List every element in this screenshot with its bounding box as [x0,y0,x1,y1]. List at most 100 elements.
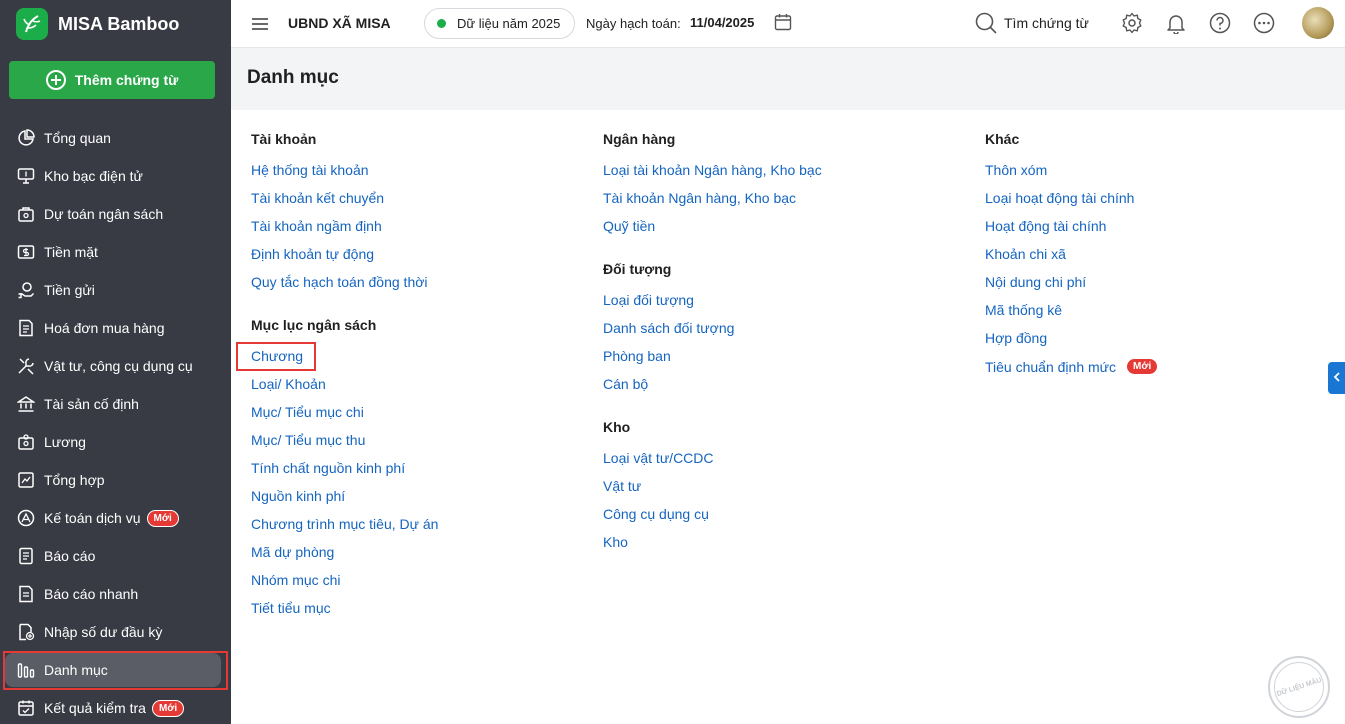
data-year-label: Dữ liệu năm 2025 [457,16,561,31]
link-hamlet[interactable]: Thôn xóm [985,162,1047,178]
sidebar-item-label: Tài sản cố định [44,396,139,412]
link-bank-account-type[interactable]: Loại tài khoản Ngân hàng, Kho bạc [603,162,822,178]
link-reserve-code[interactable]: Mã dự phòng [251,544,334,560]
link-financial-activity[interactable]: Hoạt động tài chính [985,218,1106,234]
add-voucher-button[interactable]: Thêm chứng từ [9,61,215,99]
budget-icon [16,204,36,224]
page-title: Danh mục [247,67,339,88]
link-norm-standard[interactable]: Tiêu chuẩn định mức [985,359,1116,375]
highlight-box-chapter [236,342,316,371]
group-title-warehouse: Kho [603,419,631,435]
link-funding-source[interactable]: Nguồn kinh phí [251,488,345,504]
link-department[interactable]: Phòng ban [603,348,671,364]
cash-icon [16,242,36,262]
posting-date-value[interactable]: 11/04/2025 [690,15,754,30]
link-commune-expense[interactable]: Khoản chi xã [985,246,1066,262]
data-year-selector[interactable]: Dữ liệu năm 2025 [424,8,576,39]
group-title-other: Khác [985,131,1020,147]
link-account-system[interactable]: Hệ thống tài khoản [251,162,369,178]
sidebar-item-purchase-invoice[interactable]: Hoá đơn mua hàng [0,309,231,347]
sidebar-item-label: Hoá đơn mua hàng [44,320,165,336]
summary-icon [16,470,36,490]
sidebar-item-label: Báo cáo [44,548,96,564]
sample-data-stamp-inner: DỮ LIỆU MẪU [1274,662,1324,712]
catalog-content: Tài khoản Hệ thống tài khoản Tài khoản k… [231,110,1345,724]
highlight-box-catalog [3,651,228,690]
sidebar-item-cash[interactable]: Tiền mặt [0,233,231,271]
link-warehouse[interactable]: Kho [603,534,628,550]
sidebar-item-materials-tools[interactable]: Vật tư, công cụ dụng cụ [0,347,231,385]
link-cash-fund[interactable]: Quỹ tiền [603,218,655,234]
link-target-program[interactable]: Chương trình mục tiêu, Dự án [251,516,438,532]
add-voucher-label: Thêm chứng từ [74,72,179,88]
plus-circle-icon [45,70,66,90]
sidebar-item-label: Kết quả kiểm tra [44,700,146,716]
link-sub-subitem[interactable]: Tiết tiểu mục [251,600,331,616]
link-tools[interactable]: Công cụ dụng cụ [603,506,709,522]
service-icon [16,508,36,528]
link-material[interactable]: Vật tư [603,478,641,494]
link-expense-subitem[interactable]: Mục/ Tiểu mục chi [251,404,364,420]
calendar-icon[interactable] [774,13,792,31]
more-options-icon[interactable] [1253,12,1275,34]
link-material-type[interactable]: Loại vật tư/CCDC [603,450,714,466]
sidebar-item-fixed-assets[interactable]: Tài sản cố định [0,385,231,423]
link-object-type[interactable]: Loại đối tượng [603,292,694,308]
link-norm-standard-row: Tiêu chuẩn định mức Mới [985,358,1159,375]
settings-gear-icon[interactable] [1121,12,1143,34]
user-avatar[interactable] [1302,7,1334,39]
sidebar-item-report[interactable]: Báo cáo [0,537,231,575]
sidebar-item-opening-balance[interactable]: Nhập số dư đầu kỳ [0,613,231,651]
link-object-list[interactable]: Danh sách đối tượng [603,320,734,336]
sidebar-item-summary[interactable]: Tổng hợp [0,461,231,499]
sidebar-item-label: Tổng quan [44,130,111,146]
link-type-item[interactable]: Loại/ Khoản [251,376,326,392]
new-badge: Mới [1126,358,1159,375]
link-financial-activity-type[interactable]: Loại hoạt động tài chính [985,190,1134,206]
sidebar-item-label: Kế toán dịch vụ [44,510,141,526]
sidebar-item-salary[interactable]: Lương [0,423,231,461]
link-default-account[interactable]: Tài khoản ngầm định [251,218,382,234]
posting-date-label: Ngày hạch toán: [586,16,681,31]
sidebar-item-label: Báo cáo nhanh [44,586,139,602]
opening-balance-icon [16,622,36,642]
sidebar-item-deposit[interactable]: Tiền gửi [0,271,231,309]
link-statistic-code[interactable]: Mã thống kê [985,302,1062,318]
bamboo-logo-icon [16,8,48,40]
brand[interactable]: MISA Bamboo [16,8,179,40]
new-badge: Mới [151,699,185,717]
group-title-budget-index: Mục lục ngân sách [251,317,377,333]
link-contract[interactable]: Hợp đồng [985,330,1047,346]
link-revenue-subitem[interactable]: Mục/ Tiểu mục thu [251,432,365,448]
notification-bell-icon[interactable] [1165,12,1187,35]
link-expense-content[interactable]: Nội dung chi phí [985,274,1086,290]
link-auto-entry[interactable]: Định khoản tự động [251,246,374,262]
sidebar-item-quick-report[interactable]: Báo cáo nhanh [0,575,231,613]
org-name: UBND XÃ MISA [288,15,391,31]
link-transfer-account[interactable]: Tài khoản kết chuyển [251,190,384,206]
pie-chart-icon [16,128,36,148]
search-voucher-label[interactable]: Tìm chứng từ [1004,15,1089,31]
sidebar-item-budget[interactable]: Dự toán ngân sách [0,195,231,233]
link-funding-nature[interactable]: Tính chất nguồn kinh phí [251,460,405,476]
sidebar-item-label: Tổng hợp [44,472,105,488]
search-icon[interactable] [974,11,998,35]
sidebar-item-overview[interactable]: Tổng quan [0,119,231,157]
link-concurrent-posting-rules[interactable]: Quy tắc hạch toán đồng thời [251,274,428,290]
hamburger-menu-icon[interactable] [250,14,270,34]
help-question-icon[interactable] [1209,12,1231,34]
collapse-panel-tab[interactable] [1328,362,1345,394]
sidebar-nav: Tổng quan Kho bạc điện tử Dự toán ngân s… [0,119,231,724]
sidebar-item-service-accounting[interactable]: Kế toán dịch vụ Mới [0,499,231,537]
link-bank-account[interactable]: Tài khoản Ngân hàng, Kho bạc [603,190,796,206]
sidebar-item-label: Vật tư, công cụ dụng cụ [44,358,193,374]
sidebar-item-check-result[interactable]: Kết quả kiểm tra Mới [0,689,231,724]
link-expense-group[interactable]: Nhóm mục chi [251,572,340,588]
salary-icon [16,432,36,452]
link-staff[interactable]: Cán bộ [603,376,648,392]
chevron-left-icon [1333,369,1341,387]
tools-icon [16,356,36,376]
brand-name: MISA Bamboo [58,13,180,34]
sidebar-item-e-treasury[interactable]: Kho bạc điện tử [0,157,231,195]
sidebar-item-label: Lương [44,434,86,450]
